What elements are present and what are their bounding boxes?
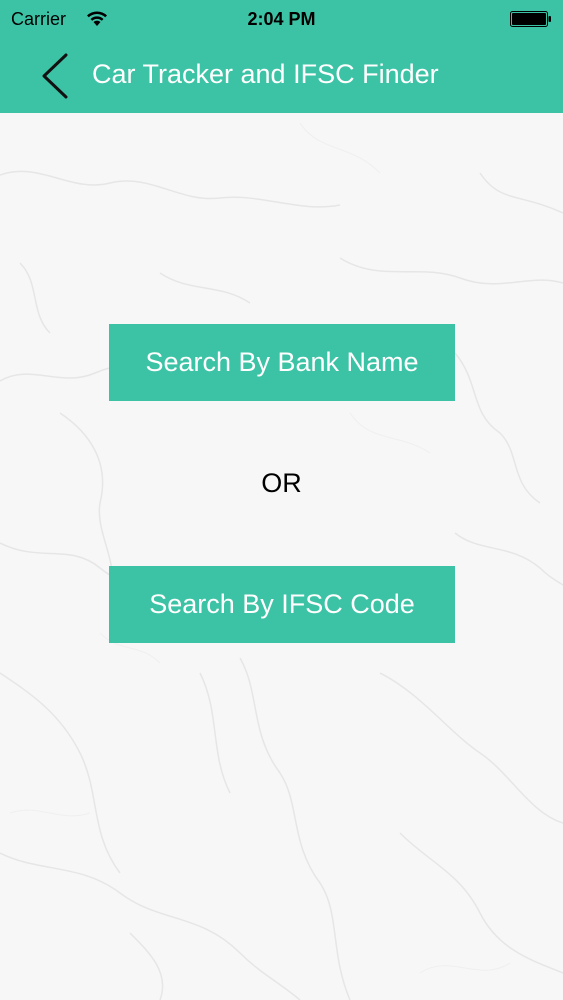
battery-icon [510,11,552,27]
navigation-bar: Car Tracker and IFSC Finder [0,38,563,113]
terrain-background [0,122,563,1000]
main-content: Search By Bank Name OR Search By IFSC Co… [0,113,563,1000]
chevron-left-icon[interactable] [38,53,72,99]
search-by-bank-name-button[interactable]: Search By Bank Name [109,324,455,401]
search-by-ifsc-code-button[interactable]: Search By IFSC Code [109,566,455,643]
or-separator: OR [261,468,302,498]
status-bar: Carrier 2:04 PM [0,0,563,38]
status-time: 2:04 PM [247,9,316,29]
page-title: Car Tracker and IFSC Finder [92,59,439,89]
